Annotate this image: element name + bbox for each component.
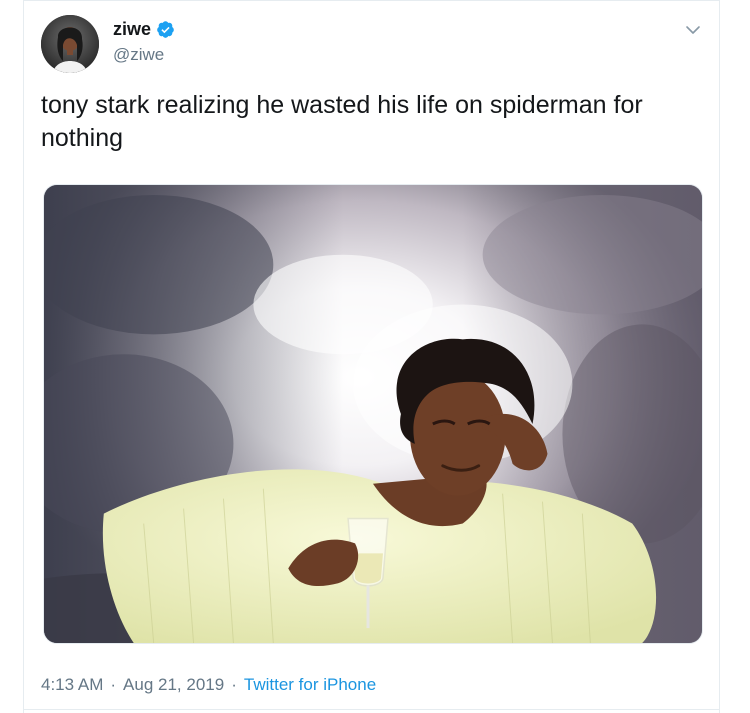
verified-badge-icon bbox=[156, 20, 175, 39]
tweet-source-link[interactable]: Twitter for iPhone bbox=[244, 674, 376, 696]
tweet-date[interactable]: Aug 21, 2019 bbox=[123, 674, 224, 696]
footer-separator: · bbox=[231, 675, 237, 694]
chevron-down-icon bbox=[686, 26, 700, 34]
footer-separator: · bbox=[110, 675, 117, 694]
display-name[interactable]: ziwe bbox=[113, 18, 151, 40]
tweet-card: ziwe @ziwe tony stark realizing he waste… bbox=[23, 0, 720, 713]
meme-photo-icon bbox=[44, 185, 702, 643]
tweet-footer: 4:13 AM · Aug 21, 2019 · Twitter for iPh… bbox=[41, 674, 376, 696]
tweet-text: tony stark realizing he wasted his life … bbox=[41, 91, 643, 152]
tweet-menu-button[interactable] bbox=[682, 19, 704, 41]
handle[interactable]: @ziwe bbox=[113, 45, 175, 65]
tweet-media-photo[interactable] bbox=[43, 184, 703, 644]
author-block[interactable]: ziwe @ziwe bbox=[113, 18, 175, 65]
tweet-time[interactable]: 4:13 AM bbox=[41, 674, 103, 696]
profile-photo-icon bbox=[41, 15, 99, 73]
avatar[interactable] bbox=[41, 15, 99, 73]
divider bbox=[24, 709, 719, 710]
